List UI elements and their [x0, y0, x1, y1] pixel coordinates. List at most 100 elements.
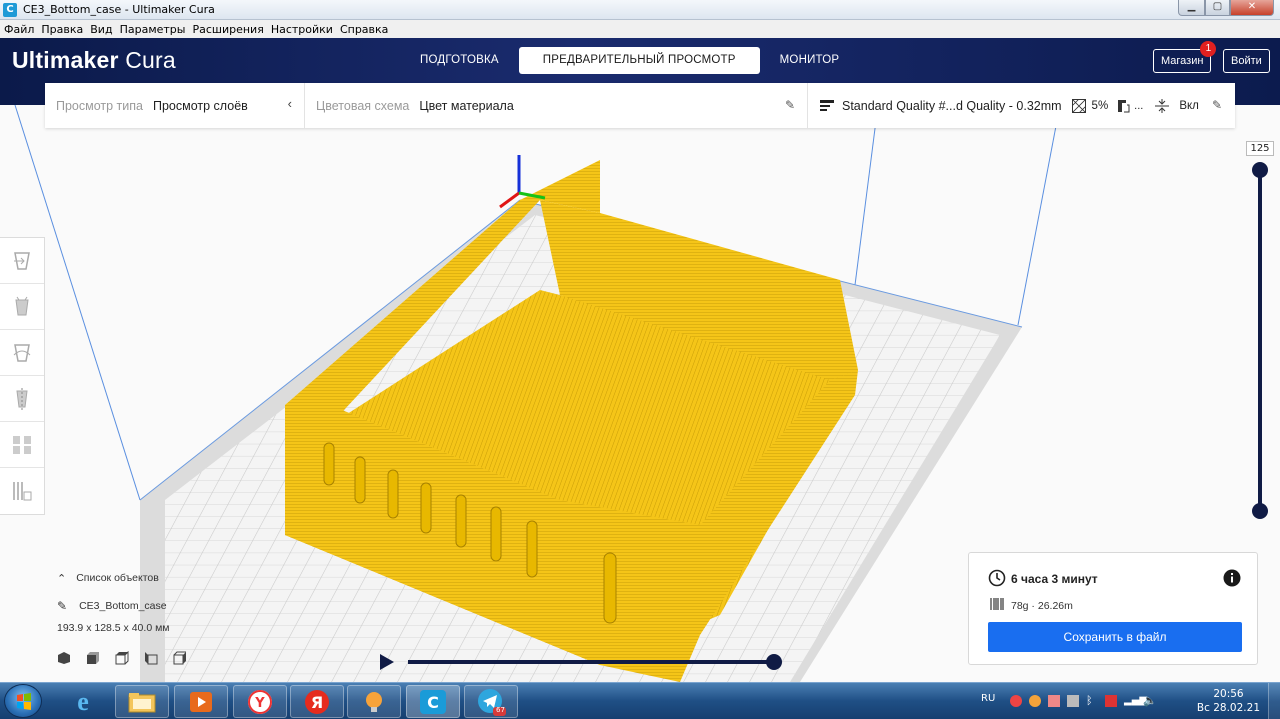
chevron-left-icon[interactable]: ‹	[288, 96, 292, 111]
system-tray: ᛒ ▂▄▆ 🔈	[1010, 695, 1157, 707]
window-title: CE3_Bottom_case - Ultimaker Cura	[23, 3, 215, 16]
menu-edit[interactable]: Правка	[41, 23, 83, 36]
show-desktop-button[interactable]	[1268, 683, 1280, 719]
rotate-tool-button[interactable]	[0, 330, 44, 376]
pencil-icon[interactable]: ✎	[1212, 98, 1222, 112]
menu-view[interactable]: Вид	[90, 23, 112, 36]
right-view-icon[interactable]	[173, 651, 187, 665]
minimize-button[interactable]: ▁	[1178, 0, 1205, 16]
marketplace-button[interactable]: Магазин 1	[1153, 41, 1217, 73]
object-list: ⌃ Список объектов ✎ CE3_Bottom_case 193.…	[57, 571, 187, 665]
menu-settings[interactable]: Параметры	[120, 23, 186, 36]
maximize-button[interactable]: ▢	[1205, 0, 1230, 16]
telegram-unread-badge: 67	[496, 706, 505, 714]
stage-tabs: ПОДГОТОВКА ПРЕДВАРИТЕЛЬНЫЙ ПРОСМОТР МОНИ…	[400, 47, 859, 74]
camera-view-buttons	[57, 651, 187, 665]
window-controls: ▁ ▢ ✕	[1178, 0, 1274, 16]
taskbar-lightbulb-app[interactable]	[347, 685, 401, 718]
object-name-row[interactable]: ✎ CE3_Bottom_case	[57, 599, 187, 613]
clock-icon	[988, 569, 1006, 587]
print-output-panel: 6 часа 3 минут 78g · 26.26m Сохранить в …	[968, 552, 1258, 665]
top-view-icon[interactable]	[115, 651, 129, 665]
simulation-handle[interactable]	[766, 654, 782, 670]
signin-button[interactable]: Войти	[1223, 49, 1270, 73]
support-icon	[1118, 99, 1130, 112]
yandex-icon: Я	[305, 689, 329, 714]
transform-toolbar	[0, 237, 45, 515]
taskbar-yandex[interactable]: Я	[290, 685, 344, 718]
taskbar-yandex-browser[interactable]: Y	[233, 685, 287, 718]
tray-chat-icon[interactable]	[1048, 695, 1060, 707]
scale-tool-button[interactable]	[0, 284, 44, 330]
tray-security-icon[interactable]	[1105, 695, 1117, 707]
tray-bulb-icon[interactable]	[1029, 695, 1041, 707]
taskbar-ie[interactable]: e	[56, 685, 110, 718]
support-blocker-icon	[13, 482, 32, 501]
start-button[interactable]	[4, 684, 42, 718]
input-language[interactable]: RU	[981, 693, 995, 704]
print-time: 6 часа 3 минут	[1011, 572, 1098, 586]
color-scheme-value: Цвет материала	[419, 98, 514, 113]
info-icon[interactable]	[1223, 569, 1241, 587]
profile-name: Standard Quality #...d Quality - 0.32mm	[842, 98, 1062, 113]
infill-value: 5%	[1091, 99, 1109, 112]
left-view-icon[interactable]	[144, 651, 158, 665]
taskbar-media-player[interactable]	[174, 685, 228, 718]
svg-text:Я: Я	[311, 693, 323, 712]
mirror-tool-button[interactable]	[0, 376, 44, 422]
infill-icon	[1071, 98, 1086, 113]
rotate-icon	[13, 343, 31, 362]
folder-icon	[128, 692, 156, 712]
layer-number-input[interactable]: 125	[1246, 141, 1274, 156]
object-list-toggle[interactable]: ⌃ Список объектов	[57, 571, 187, 585]
color-scheme-selector[interactable]: Цветовая схема Цвет материала ✎	[305, 83, 807, 128]
per-model-settings-button[interactable]	[0, 422, 44, 468]
tab-prepare[interactable]: ПОДГОТОВКА	[400, 47, 519, 74]
simulation-track[interactable]	[408, 660, 774, 664]
menu-bar: Файл Правка Вид Параметры Расширения Нас…	[0, 20, 1280, 38]
chevron-up-icon: ⌃	[57, 572, 67, 585]
taskbar-explorer[interactable]	[115, 685, 169, 718]
yandex-browser-icon: Y	[248, 689, 272, 714]
pencil-icon[interactable]: ✎	[785, 98, 795, 112]
tray-app-icon[interactable]	[1010, 695, 1022, 707]
move-tool-button[interactable]	[0, 238, 44, 284]
menu-extensions[interactable]: Расширения	[192, 23, 263, 36]
support-blocker-button[interactable]	[0, 468, 44, 514]
system-clock[interactable]: 20:56 Вс 28.02.21	[1197, 687, 1260, 715]
menu-file[interactable]: Файл	[4, 23, 34, 36]
print-settings-selector[interactable]: Standard Quality #...d Quality - 0.32mm …	[808, 83, 1234, 128]
svg-text:C: C	[427, 693, 439, 712]
taskbar-telegram[interactable]: 67	[464, 685, 518, 718]
menu-help[interactable]: Справка	[340, 23, 388, 36]
play-button[interactable]	[380, 654, 394, 670]
bluetooth-icon[interactable]: ᛒ	[1086, 695, 1098, 707]
view-type-selector[interactable]: Просмотр типа Просмотр слоёв ‹	[45, 83, 304, 128]
volume-icon[interactable]: 🔈	[1143, 695, 1157, 707]
object-name: CE3_Bottom_case	[79, 600, 167, 612]
network-signal-icon[interactable]: ▂▄▆	[1124, 695, 1147, 707]
tray-monitor-icon[interactable]	[1067, 695, 1079, 707]
window-titlebar: C CE3_Bottom_case - Ultimaker Cura ▁ ▢ ✕	[0, 0, 1280, 20]
layer-slider-lower-handle[interactable]	[1252, 503, 1268, 519]
move-icon	[14, 251, 30, 270]
adhesion-value: Вкл	[1179, 99, 1199, 112]
layer-slider-upper-handle[interactable]	[1252, 162, 1268, 178]
object-list-title: Список объектов	[76, 572, 159, 584]
layer-slider-track[interactable]	[1258, 170, 1262, 512]
front-view-icon[interactable]	[86, 651, 100, 665]
svg-text:Y: Y	[254, 696, 265, 711]
filament-spool-icon	[990, 598, 1004, 610]
clock-date: Вс 28.02.21	[1196, 702, 1260, 714]
pencil-icon: ✎	[57, 599, 68, 613]
tab-preview[interactable]: ПРЕДВАРИТЕЛЬНЫЙ ПРОСМОТР	[518, 47, 760, 74]
save-to-file-button[interactable]: Сохранить в файл	[988, 622, 1242, 652]
lightbulb-icon	[366, 691, 382, 712]
3d-view-icon[interactable]	[57, 651, 71, 665]
internet-explorer-icon: e	[77, 686, 89, 716]
menu-preferences[interactable]: Настройки	[271, 23, 333, 36]
taskbar-cura[interactable]: C	[406, 685, 460, 718]
tab-monitor[interactable]: МОНИТОР	[760, 47, 860, 74]
close-button[interactable]: ✕	[1230, 0, 1274, 16]
build-volume-edge	[1017, 105, 1061, 326]
